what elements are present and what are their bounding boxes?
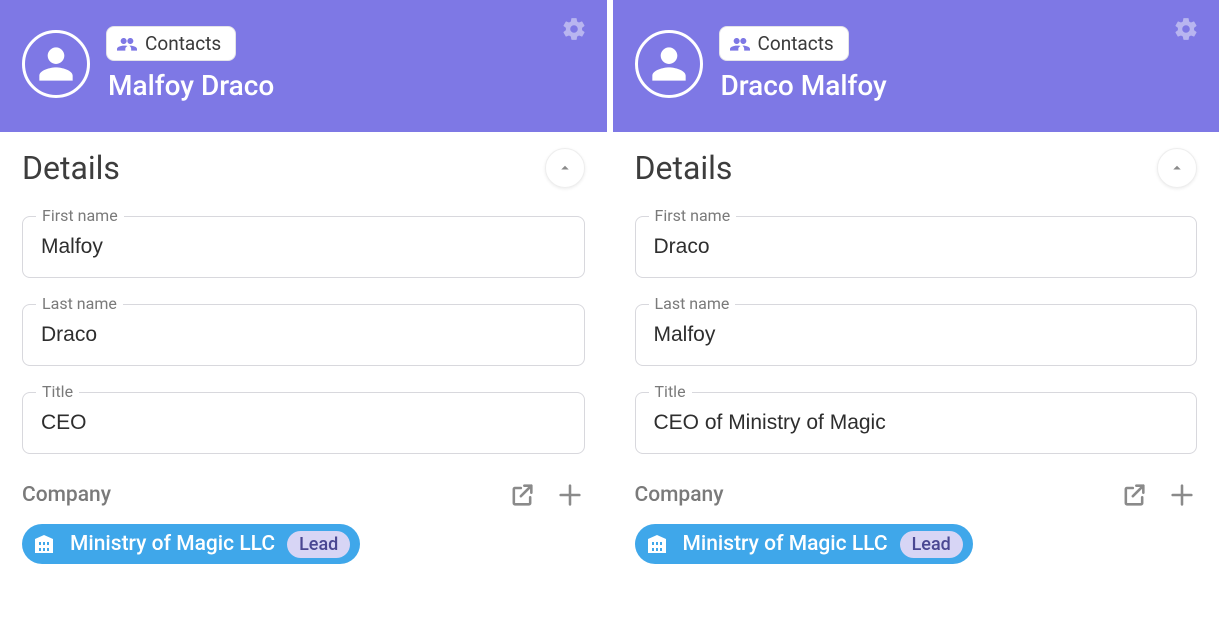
title-field: Title	[22, 392, 585, 454]
company-chip[interactable]: Ministry of Magic LLC Lead	[635, 524, 973, 564]
chevron-up-icon	[556, 159, 574, 177]
plus-icon	[556, 481, 584, 509]
title-field: Title	[635, 392, 1198, 454]
last-name-field: Last name	[22, 304, 585, 366]
company-chip[interactable]: Ministry of Magic LLC Lead	[22, 524, 360, 564]
panel-body: Details First name Last name Title Compa…	[0, 132, 607, 624]
company-actions	[1119, 480, 1197, 510]
first-name-label: First name	[36, 206, 124, 225]
company-status-pill: Lead	[287, 531, 350, 558]
first-name-field: First name	[635, 216, 1198, 278]
details-section-head: Details	[22, 148, 585, 188]
header-text: Contacts Draco Malfoy	[719, 26, 887, 102]
last-name-input[interactable]	[635, 304, 1198, 366]
company-label: Company	[635, 483, 724, 507]
open-company-button[interactable]	[507, 480, 537, 510]
last-name-label: Last name	[649, 294, 736, 313]
settings-button[interactable]	[561, 16, 587, 42]
first-name-input[interactable]	[635, 216, 1198, 278]
panel-body: Details First name Last name Title Compa…	[613, 132, 1219, 624]
external-link-icon	[1120, 481, 1148, 509]
panel-header: Contacts Draco Malfoy	[613, 0, 1219, 132]
gear-icon	[1173, 16, 1199, 42]
title-input[interactable]	[635, 392, 1198, 454]
last-name-label: Last name	[36, 294, 123, 313]
contact-panel-left: Contacts Malfoy Draco Details First name…	[0, 0, 607, 624]
building-icon	[643, 530, 671, 558]
company-name: Ministry of Magic LLC	[681, 532, 890, 556]
contact-panel-right: Contacts Draco Malfoy Details First name…	[613, 0, 1219, 624]
open-company-button[interactable]	[1119, 480, 1149, 510]
settings-button[interactable]	[1173, 16, 1199, 42]
building-icon	[30, 530, 58, 558]
contacts-chip-label: Contacts	[145, 32, 221, 55]
avatar	[635, 30, 703, 98]
company-label: Company	[22, 483, 111, 507]
details-title: Details	[635, 149, 733, 187]
first-name-input[interactable]	[22, 216, 585, 278]
contact-name: Malfoy Draco	[106, 69, 274, 102]
last-name-field: Last name	[635, 304, 1198, 366]
details-title: Details	[22, 149, 120, 187]
people-icon	[730, 36, 750, 52]
contacts-chip-label: Contacts	[758, 32, 834, 55]
plus-icon	[1168, 481, 1196, 509]
title-label: Title	[649, 382, 692, 401]
company-actions	[507, 480, 585, 510]
add-company-button[interactable]	[555, 480, 585, 510]
person-icon	[36, 44, 76, 84]
collapse-button[interactable]	[545, 148, 585, 188]
details-section-head: Details	[635, 148, 1198, 188]
company-row: Company	[22, 480, 585, 510]
external-link-icon	[508, 481, 536, 509]
panel-header: Contacts Malfoy Draco	[0, 0, 607, 132]
title-input[interactable]	[22, 392, 585, 454]
contacts-chip[interactable]: Contacts	[106, 26, 236, 61]
collapse-button[interactable]	[1157, 148, 1197, 188]
person-icon	[649, 44, 689, 84]
first-name-field: First name	[22, 216, 585, 278]
last-name-input[interactable]	[22, 304, 585, 366]
company-status-pill: Lead	[900, 531, 963, 558]
contact-name: Draco Malfoy	[719, 69, 887, 102]
first-name-label: First name	[649, 206, 737, 225]
contacts-chip[interactable]: Contacts	[719, 26, 849, 61]
company-row: Company	[635, 480, 1198, 510]
chevron-up-icon	[1168, 159, 1186, 177]
company-name: Ministry of Magic LLC	[68, 532, 277, 556]
add-company-button[interactable]	[1167, 480, 1197, 510]
gear-icon	[561, 16, 587, 42]
people-icon	[117, 36, 137, 52]
compare-container: Contacts Malfoy Draco Details First name…	[0, 0, 1219, 624]
title-label: Title	[36, 382, 79, 401]
header-text: Contacts Malfoy Draco	[106, 26, 274, 102]
avatar	[22, 30, 90, 98]
